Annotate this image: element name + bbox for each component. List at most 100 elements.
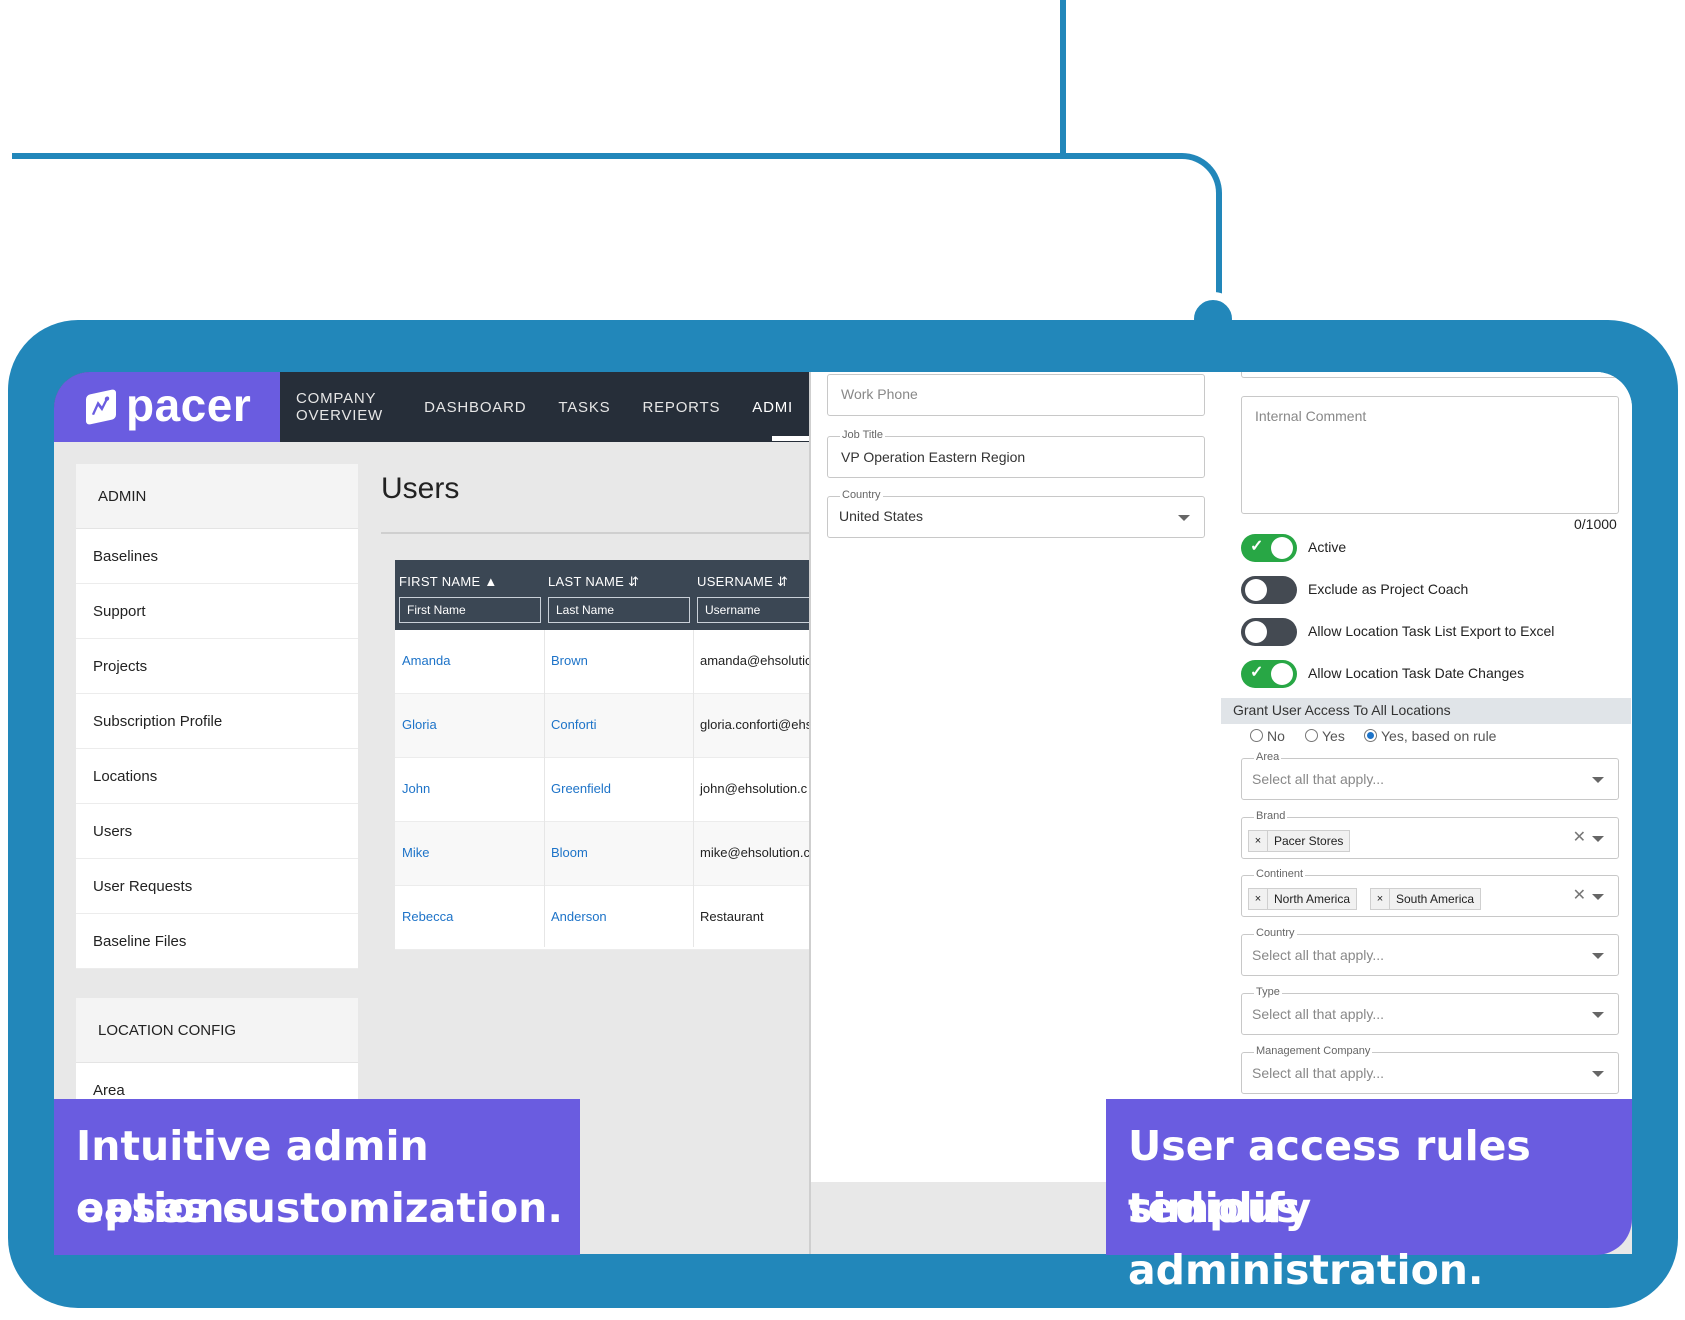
clear-icon[interactable]: ✕ bbox=[1573, 885, 1586, 905]
sidebar-item-baseline-files[interactable]: Baseline Files bbox=[76, 914, 358, 969]
brand-chip[interactable]: × Pacer Stores bbox=[1248, 830, 1351, 852]
nav-admin[interactable]: ADMI bbox=[752, 399, 793, 416]
brand-select[interactable]: Brand × Pacer Stores ✕ bbox=[1241, 810, 1619, 859]
filter-last-name[interactable]: Last Name bbox=[548, 597, 690, 623]
caption-right: User access rules simplify tedious admin… bbox=[1106, 1099, 1632, 1294]
page-title: Users bbox=[381, 472, 460, 505]
nav-dashboard[interactable]: DASHBOARD bbox=[424, 399, 526, 416]
sidebar-item-user-requests[interactable]: User Requests bbox=[76, 859, 358, 914]
grant-radio-yes-rule[interactable] bbox=[1364, 729, 1377, 742]
chevron-down-icon bbox=[1592, 1071, 1604, 1077]
chevron-down-icon bbox=[1592, 777, 1604, 783]
check-icon: ✓ bbox=[1250, 664, 1264, 681]
type-select[interactable]: Type Select all that apply... bbox=[1241, 986, 1619, 1035]
cell-first-name[interactable]: Amanda bbox=[402, 653, 450, 668]
sort-asc-icon: ▲ bbox=[484, 574, 498, 589]
filter-username[interactable]: Username bbox=[697, 597, 815, 623]
table-row: Amanda Brown amanda@ehsolutio bbox=[395, 630, 815, 694]
field-partial bbox=[1241, 372, 1619, 378]
grant-radio-no[interactable] bbox=[1250, 729, 1263, 742]
column-divider bbox=[544, 630, 545, 947]
cell-last-name[interactable]: Anderson bbox=[551, 909, 607, 924]
nav-active-indicator bbox=[772, 436, 812, 441]
grant-access-header: Grant User Access To All Locations bbox=[1221, 698, 1631, 724]
allow-export-toggle[interactable] bbox=[1241, 618, 1297, 646]
column-divider bbox=[693, 630, 694, 947]
sort-icon: ⇵ bbox=[628, 574, 640, 589]
active-toggle[interactable]: ✓ bbox=[1241, 534, 1297, 562]
nav-reports[interactable]: REPORTS bbox=[642, 399, 720, 416]
cell-username: Restaurant bbox=[700, 909, 764, 924]
cell-first-name[interactable]: Rebecca bbox=[402, 909, 453, 924]
management-company-select[interactable]: Management Company Select all that apply… bbox=[1241, 1045, 1619, 1094]
sidebar-item-locations[interactable]: Locations bbox=[76, 749, 358, 804]
cell-first-name[interactable]: Mike bbox=[402, 845, 429, 860]
connector-line-vertical bbox=[1060, 0, 1066, 158]
cell-last-name[interactable]: Brown bbox=[551, 653, 588, 668]
main-nav: COMPANY OVERVIEW DASHBOARD TASKS REPORTS… bbox=[280, 372, 809, 442]
work-phone-field[interactable]: Work Phone bbox=[827, 374, 1205, 416]
chevron-down-icon bbox=[1592, 836, 1604, 842]
area-select[interactable]: Area Select all that apply... bbox=[1241, 751, 1619, 800]
check-icon: ✓ bbox=[1250, 538, 1264, 555]
chevron-down-icon bbox=[1592, 1012, 1604, 1018]
internal-comment-textarea[interactable]: Internal Comment bbox=[1241, 396, 1619, 514]
exclude-project-coach-label: Exclude as Project Coach bbox=[1308, 581, 1469, 597]
filter-first-name[interactable]: First Name bbox=[399, 597, 541, 623]
continent-chip[interactable]: × North America bbox=[1248, 888, 1358, 910]
caption-left: Intuitive admin options eases customizat… bbox=[54, 1099, 580, 1255]
title-divider bbox=[381, 532, 811, 534]
grant-radio-yes[interactable] bbox=[1305, 729, 1318, 742]
continent-select[interactable]: Continent × North America × South America … bbox=[1241, 868, 1619, 917]
job-title-field[interactable]: Job Title VP Operation Eastern Region bbox=[827, 429, 1205, 478]
sidebar-header-admin: ADMIN bbox=[76, 464, 358, 529]
cell-first-name[interactable]: Gloria bbox=[402, 717, 437, 732]
allow-date-changes-label: Allow Location Task Date Changes bbox=[1308, 665, 1525, 681]
comment-char-count: 0/1000 bbox=[1574, 516, 1617, 532]
users-table: FIRST NAME ▲ LAST NAME ⇵ USERNAME ⇵ Firs… bbox=[395, 560, 815, 950]
allow-export-label: Allow Location Task List Export to Excel bbox=[1308, 623, 1555, 639]
cell-last-name[interactable]: Bloom bbox=[551, 845, 588, 860]
remove-chip-icon[interactable]: × bbox=[1371, 889, 1390, 909]
sidebar-item-support[interactable]: Support bbox=[76, 584, 358, 639]
sidebar-item-subscription-profile[interactable]: Subscription Profile bbox=[76, 694, 358, 749]
sort-icon: ⇵ bbox=[777, 574, 789, 589]
table-row: Rebecca Anderson Restaurant bbox=[395, 886, 815, 950]
connector-curve bbox=[1062, 153, 1222, 303]
cell-last-name[interactable]: Conforti bbox=[551, 717, 597, 732]
cell-username: john@ehsolution.c bbox=[700, 781, 808, 796]
sidebar-item-baselines[interactable]: Baselines bbox=[76, 529, 358, 584]
cell-username: amanda@ehsolutio bbox=[700, 653, 813, 668]
remove-chip-icon[interactable]: × bbox=[1249, 889, 1268, 909]
table-row: John Greenfield john@ehsolution.c bbox=[395, 758, 815, 822]
country-select[interactable]: Country United States bbox=[827, 489, 1205, 538]
sidebar-item-users[interactable]: Users bbox=[76, 804, 358, 859]
chevron-down-icon bbox=[1592, 953, 1604, 959]
nav-company-overview[interactable]: COMPANY OVERVIEW bbox=[296, 390, 392, 424]
col-header-last-name[interactable]: LAST NAME ⇵ bbox=[548, 574, 639, 590]
connector-line-horizontal bbox=[12, 153, 1062, 159]
table-header: FIRST NAME ▲ LAST NAME ⇵ USERNAME ⇵ Firs… bbox=[395, 560, 815, 630]
country-multi-select[interactable]: Country Select all that apply... bbox=[1241, 927, 1619, 976]
col-header-first-name[interactable]: FIRST NAME ▲ bbox=[399, 574, 498, 589]
active-label: Active bbox=[1308, 539, 1347, 555]
cell-first-name[interactable]: John bbox=[402, 781, 430, 796]
chevron-down-icon bbox=[1178, 515, 1190, 521]
logo[interactable]: pacer bbox=[54, 372, 280, 442]
pacer-logo-icon bbox=[86, 388, 116, 426]
table-row: Gloria Conforti gloria.conforti@ehs bbox=[395, 694, 815, 758]
allow-date-changes-toggle[interactable]: ✓ bbox=[1241, 660, 1297, 688]
logo-text: pacer bbox=[126, 379, 252, 431]
cell-username: mike@ehsolution.c bbox=[700, 845, 811, 860]
exclude-project-coach-toggle[interactable] bbox=[1241, 576, 1297, 604]
table-row: Mike Bloom mike@ehsolution.c bbox=[395, 822, 815, 886]
remove-chip-icon[interactable]: × bbox=[1249, 831, 1268, 851]
admin-sidebar: ADMIN Baselines Support Projects Subscri… bbox=[76, 464, 358, 969]
sidebar-item-projects[interactable]: Projects bbox=[76, 639, 358, 694]
col-header-username[interactable]: USERNAME ⇵ bbox=[697, 574, 788, 590]
cell-last-name[interactable]: Greenfield bbox=[551, 781, 611, 796]
continent-chip[interactable]: × South America bbox=[1370, 888, 1482, 910]
clear-icon[interactable]: ✕ bbox=[1573, 827, 1586, 847]
top-nav-bar: pacer COMPANY OVERVIEW DASHBOARD TASKS R… bbox=[54, 372, 812, 442]
nav-tasks[interactable]: TASKS bbox=[558, 399, 610, 416]
